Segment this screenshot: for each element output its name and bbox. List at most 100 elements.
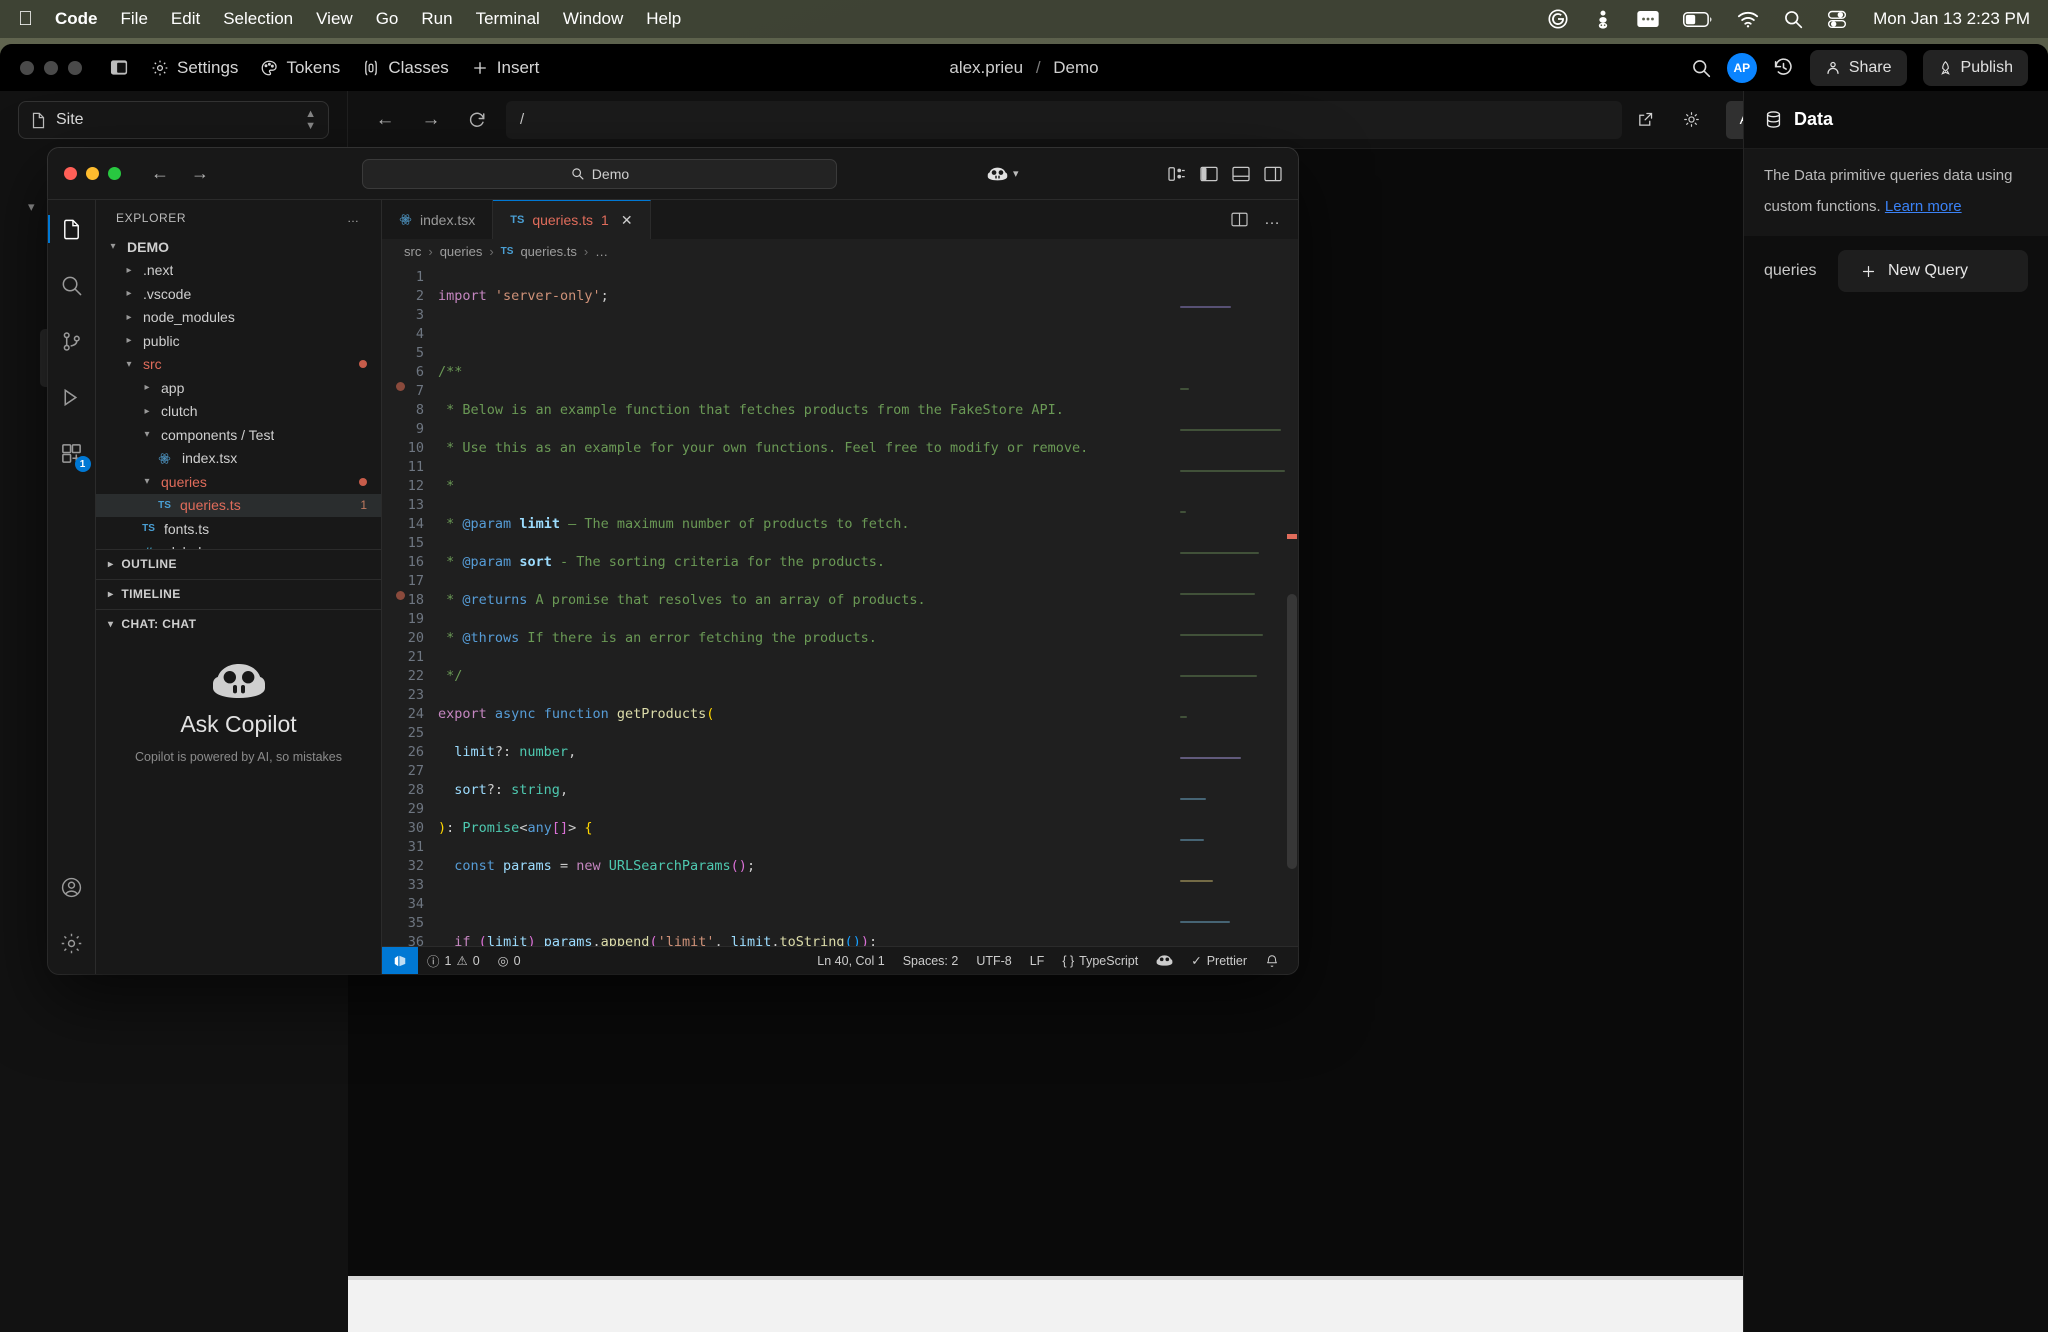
toggle-secondary-sidebar-icon[interactable] <box>1264 166 1282 182</box>
learn-more-link[interactable]: Learn more <box>1885 196 1962 219</box>
tree-item-queries-ts[interactable]: TS queries.ts 1 <box>96 493 381 517</box>
breadcrumb-user[interactable]: alex.prieu <box>949 58 1023 77</box>
sidebar-item-explorer[interactable] <box>48 212 89 246</box>
menu-code[interactable]: Code <box>55 9 98 29</box>
ports-indicator[interactable]: ◎ 0 <box>489 953 530 969</box>
control-center-icon[interactable] <box>1827 9 1847 29</box>
gear-icon[interactable] <box>55 926 89 960</box>
share-button[interactable]: Share <box>1809 49 1907 86</box>
classes-button[interactable]: Classes <box>362 58 449 78</box>
ant-icon[interactable] <box>1593 8 1613 30</box>
canvas-forward-button[interactable]: → <box>408 101 454 139</box>
prettier-status[interactable]: ✓ Prettier <box>1182 953 1256 969</box>
search-icon[interactable] <box>1691 58 1711 78</box>
menu-window[interactable]: Window <box>563 9 623 29</box>
menu-view[interactable]: View <box>316 9 353 29</box>
sidebar-item-source-control[interactable] <box>55 324 89 358</box>
avatar[interactable]: AP <box>1726 52 1757 83</box>
tab-queries-ts[interactable]: TS queries.ts 1 ✕ <box>493 200 651 239</box>
battery-icon[interactable] <box>1683 11 1713 27</box>
menu-run[interactable]: Run <box>421 9 452 29</box>
menu-selection[interactable]: Selection <box>223 9 293 29</box>
history-icon[interactable] <box>1773 57 1794 78</box>
canvas-back-button[interactable]: ← <box>362 101 408 139</box>
open-external-icon[interactable] <box>1622 101 1668 139</box>
tree-item-src[interactable]: ▾ src <box>96 353 381 377</box>
tree-item-fonts-ts[interactable]: TS fonts.ts <box>96 517 381 541</box>
tree-item-clutch[interactable]: ▸ clutch <box>96 400 381 424</box>
tab-index-tsx[interactable]: index.tsx <box>382 200 494 239</box>
problems-indicator[interactable]: ⓘ 1 ⚠ 0 <box>418 951 489 970</box>
tree-item-demo[interactable]: ▾ DEMO <box>96 235 381 259</box>
tree-item-global-css[interactable]: # global.css <box>96 541 381 548</box>
menu-help[interactable]: Help <box>646 9 681 29</box>
vscode-forward-button[interactable]: → <box>187 163 213 184</box>
section-chat[interactable]: ▾ CHAT: CHAT <box>96 608 381 639</box>
window-tiles-icon[interactable] <box>1637 11 1659 27</box>
sidebar-item-run-debug[interactable] <box>55 380 89 414</box>
tree-item-index-tsx[interactable]: index.tsx <box>96 447 381 471</box>
editor-scrollbar[interactable] <box>1287 594 1297 869</box>
tree-item-app[interactable]: ▸ app <box>96 376 381 400</box>
settings-button[interactable]: Settings <box>151 58 238 78</box>
toggle-primary-sidebar-icon[interactable] <box>1200 166 1218 182</box>
tokens-button[interactable]: Tokens <box>260 58 340 78</box>
chevron-down-icon[interactable]: ▾ <box>28 199 35 215</box>
vscode-traffic-lights[interactable] <box>64 167 121 180</box>
copilot-status[interactable] <box>1147 954 1182 967</box>
more-actions-icon[interactable]: … <box>347 211 361 225</box>
section-timeline[interactable]: ▸ TIMELINE <box>96 578 381 609</box>
sun-icon[interactable] <box>1668 101 1714 139</box>
tree-item-next[interactable]: ▸ .next <box>96 259 381 283</box>
breadcrumb-project[interactable]: Demo <box>1053 58 1098 77</box>
close-icon[interactable]: ✕ <box>621 212 633 229</box>
insert-button[interactable]: Insert <box>471 58 539 78</box>
indentation[interactable]: Spaces: 2 <box>894 954 968 968</box>
language-mode[interactable]: { } TypeScript <box>1053 954 1147 968</box>
apple-logo-icon[interactable]:  <box>18 9 33 29</box>
vscode-command-search[interactable]: Demo <box>362 158 838 189</box>
menu-edit[interactable]: Edit <box>171 9 200 29</box>
sidebar-item-extensions[interactable]: 1 <box>55 436 91 472</box>
search-icon[interactable] <box>1783 9 1803 29</box>
new-query-button[interactable]: New Query <box>1838 250 2028 292</box>
cursor-position[interactable]: Ln 40, Col 1 <box>808 954 893 968</box>
grammarly-icon[interactable] <box>1547 8 1569 30</box>
menu-file[interactable]: File <box>121 9 148 29</box>
publish-button[interactable]: Publish <box>1922 49 2028 86</box>
encoding[interactable]: UTF-8 <box>967 954 1020 968</box>
tree-item-components-test[interactable]: ▾ components / Test <box>96 423 381 447</box>
sidebar-item-search[interactable] <box>55 268 89 302</box>
account-icon[interactable] <box>55 870 89 904</box>
wifi-icon[interactable] <box>1737 11 1759 28</box>
vscode-back-button[interactable]: ← <box>147 163 173 184</box>
tree-item-vscode[interactable]: ▸ .vscode <box>96 282 381 306</box>
tree-item-node-modules[interactable]: ▸ node_modules <box>96 306 381 330</box>
code-editor[interactable]: 1234 5678 9 10 11 12 13 14 15 16 17 18 19 20 21 22… <box>382 264 1298 946</box>
canvas-reload-button[interactable] <box>454 101 500 139</box>
canvas-url-input[interactable]: / <box>506 100 1622 139</box>
menu-terminal[interactable]: Terminal <box>476 9 540 29</box>
minimap[interactable] <box>1180 268 1290 923</box>
menubar-clock[interactable]: Mon Jan 13 2:23 PM <box>1873 9 2030 29</box>
site-select[interactable]: Site ▲ ▼ <box>18 101 329 139</box>
panel-layout-icon[interactable] <box>110 58 129 77</box>
breakpoint-dot[interactable] <box>396 591 405 600</box>
code-content[interactable]: import 'server-only'; /** * Below is an … <box>438 264 1298 946</box>
breadcrumb-symbol[interactable]: … <box>595 244 608 259</box>
split-editor-icon[interactable] <box>1231 212 1248 227</box>
copilot-icon[interactable]: ▾ <box>987 166 1019 182</box>
design-app-traffic-lights[interactable] <box>20 60 82 75</box>
customize-layout-icon[interactable] <box>1168 166 1186 182</box>
breadcrumb-file[interactable]: queries.ts <box>520 244 576 259</box>
bell-icon[interactable] <box>1256 954 1288 968</box>
section-outline[interactable]: ▸ OUTLINE <box>96 548 381 579</box>
eol[interactable]: LF <box>1021 954 1054 968</box>
tree-item-public[interactable]: ▸ public <box>96 329 381 353</box>
breadcrumb-queries[interactable]: queries <box>440 244 483 259</box>
breadcrumb-src[interactable]: src <box>404 244 421 259</box>
remote-window-icon[interactable] <box>382 946 418 974</box>
more-actions-icon[interactable]: … <box>1264 211 1282 229</box>
tree-item-queries-folder[interactable]: ▾ queries <box>96 470 381 494</box>
menu-go[interactable]: Go <box>376 9 399 29</box>
